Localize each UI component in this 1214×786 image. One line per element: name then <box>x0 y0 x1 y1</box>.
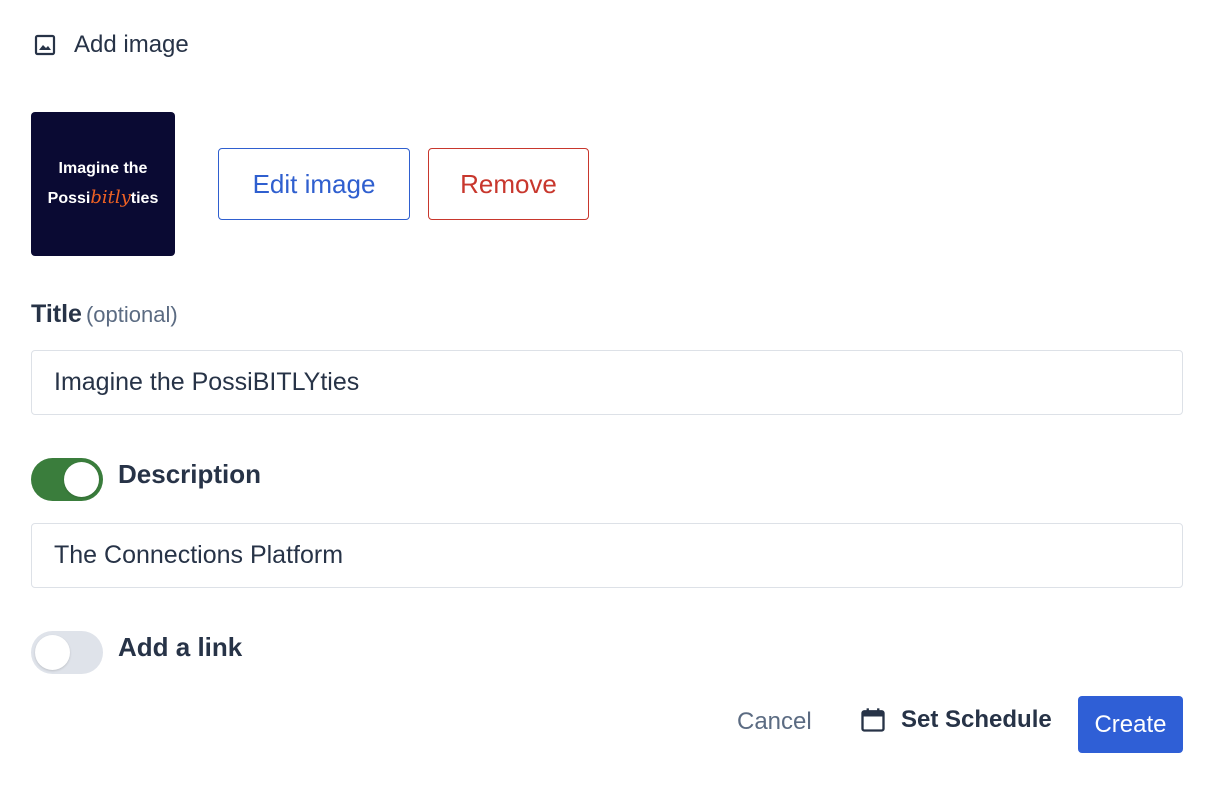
remove-image-button[interactable]: Remove <box>428 148 589 220</box>
set-schedule-label: Set Schedule <box>901 706 1052 733</box>
description-label: Description <box>118 459 262 489</box>
set-schedule-button[interactable]: Set Schedule <box>859 706 1052 734</box>
title-label-text: Title <box>31 300 82 328</box>
thumbnail-brand: bitly <box>90 187 131 208</box>
image-icon <box>34 34 56 56</box>
thumbnail-suffix: ties <box>130 190 159 207</box>
add-image-header[interactable]: Add image <box>33 28 189 62</box>
description-input[interactable] <box>31 523 1183 588</box>
title-field-label: Title (optional) <box>31 300 178 329</box>
create-button[interactable]: Create <box>1078 696 1183 753</box>
calendar-icon <box>861 708 885 732</box>
edit-image-button[interactable]: Edit image <box>218 148 410 220</box>
optional-hint: (optional) <box>85 302 178 327</box>
toggle-knob <box>64 462 99 497</box>
add-link-label: Add a link <box>118 632 243 662</box>
toggle-knob <box>35 635 70 670</box>
thumbnail-line2: Possibitlyties <box>48 187 159 208</box>
image-thumbnail: Imagine the Possibitlyties <box>31 112 175 256</box>
add-image-label: Add image <box>74 31 189 58</box>
cancel-button[interactable]: Cancel <box>737 708 812 736</box>
thumbnail-line1: Imagine the <box>58 160 148 177</box>
add-link-toggle[interactable] <box>31 631 103 674</box>
thumbnail-prefix: Possi <box>47 190 91 207</box>
description-toggle[interactable] <box>31 458 103 501</box>
title-input[interactable] <box>31 350 1183 415</box>
